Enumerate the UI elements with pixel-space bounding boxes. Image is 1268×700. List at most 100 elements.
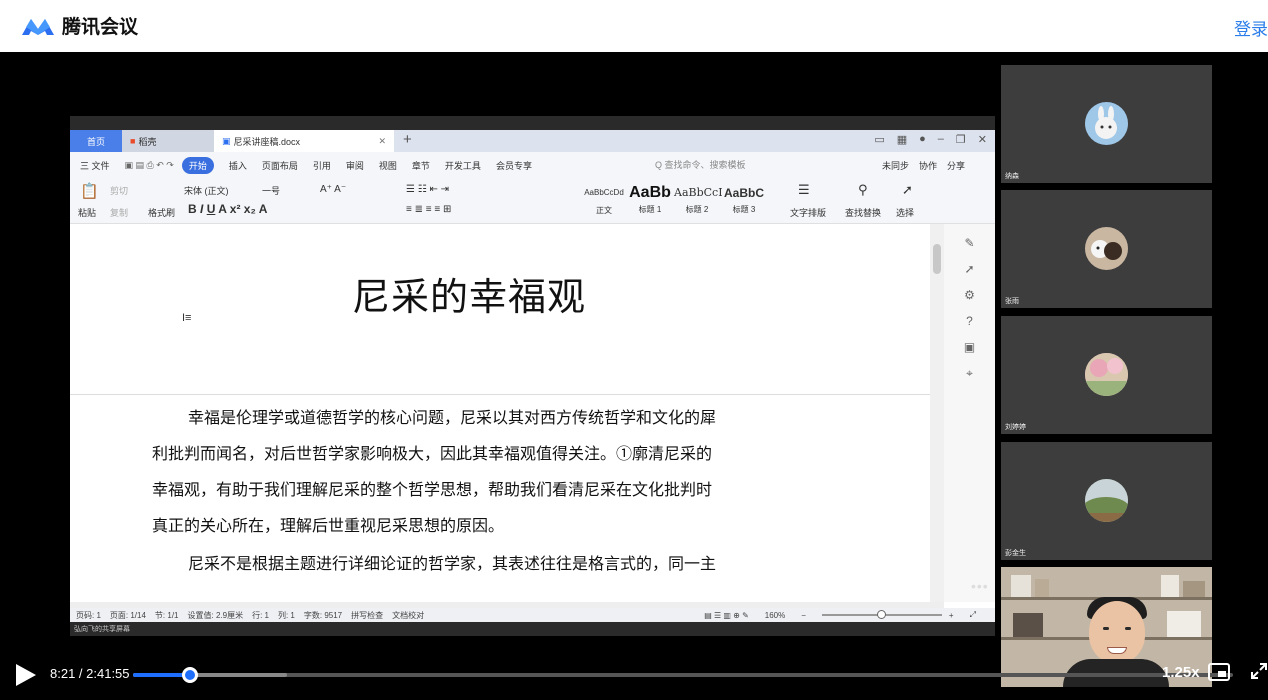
style-heading3[interactable]: AaBbC 标题 3 <box>722 184 766 220</box>
menu-page-layout[interactable]: 页面布局 <box>262 159 298 172</box>
menu-section[interactable]: 章节 <box>412 159 430 172</box>
tab-daoke[interactable]: ■ 稻壳 <box>122 130 214 152</box>
pen-icon[interactable]: ✎ <box>944 236 995 250</box>
find-replace-button[interactable]: 查找替换 <box>845 206 881 219</box>
zoom-out-icon[interactable]: − <box>801 611 806 620</box>
style-preview: AaBb <box>629 184 671 201</box>
document-title: 尼采的幸福观 <box>352 275 587 319</box>
location-icon[interactable]: ⌖ <box>944 366 995 381</box>
participant-avatar <box>1085 227 1128 270</box>
align-icons[interactable]: ≡ ≣ ≡ ≡ ⊞ <box>406 204 451 215</box>
menu-review[interactable]: 审阅 <box>346 159 364 172</box>
settings-icon[interactable]: ⚙ <box>944 288 995 302</box>
format-buttons[interactable]: B I U A x² x₂ A <box>188 202 267 216</box>
view-controls: ▤ ☰ ▥ ⊕ ✎ 160% − + ⤢ <box>704 610 985 620</box>
menu-reference[interactable]: 引用 <box>313 159 331 172</box>
quick-tools-icon[interactable]: ▣ ▤ ⎙ ↶ ↷ <box>125 160 174 171</box>
list-icons[interactable]: ☰ ☷ ⇤ ⇥ <box>406 184 449 195</box>
scroll-thumb[interactable] <box>933 244 941 274</box>
style-preview: AaBbCcI <box>674 186 723 199</box>
wps-ribbon: 📋 粘贴 剪切 复制 格式刷 宋体 (正文) 一号 B I U A x² x₂ … <box>70 178 995 224</box>
style-label: 标题 2 <box>685 205 709 214</box>
app-header: 腾讯会议 登录 <box>0 0 1268 52</box>
font-grow-icon[interactable]: A⁺ A⁻ <box>320 184 346 195</box>
zoom-slider[interactable] <box>821 610 942 619</box>
paragraph-line: 尼采不是根据主题进行详细论证的哲学家，其表述往往是格言式的，同一主 <box>188 554 717 573</box>
daoke-icon: ■ <box>130 136 136 146</box>
participant-name: 彭金生 <box>1005 550 1026 557</box>
paragraph-line: 利批判而闻名，对后世哲学家影响极大，因此其幸福观值得关注。①廓清尼采的 <box>152 444 713 463</box>
zoom-in-icon[interactable]: + <box>949 611 954 620</box>
book <box>1183 581 1205 597</box>
new-tab-icon[interactable]: + <box>403 131 412 148</box>
tab-document[interactable]: ▣ 尼采讲座稿.docx ✕ <box>214 130 394 152</box>
style-preview: AaBbCcDd <box>584 188 624 197</box>
font-name-select[interactable]: 宋体 (正文) <box>184 184 229 197</box>
fullscreen-icon[interactable] <box>1250 662 1268 680</box>
command-search[interactable]: Q 查找命令、搜索模板 <box>655 158 746 171</box>
zoom-level[interactable]: 160% <box>765 611 785 620</box>
style-heading1[interactable]: AaBb 标题 1 <box>628 184 672 220</box>
window-controls: ▭ ▦ ● – ❐ ✕ <box>874 133 987 146</box>
minimize-icon[interactable]: – <box>938 133 944 146</box>
participant-tile[interactable]: 彭金生 <box>1001 442 1212 560</box>
playback-controls: 8:21 / 2:41:55 1.25x <box>0 648 1268 700</box>
vertical-scrollbar[interactable] <box>930 224 944 602</box>
document-page[interactable]: 尼采的幸福观 I≡ 幸福是伦理学或道德哲学的核心问题，尼采以其对西方传统哲学和文… <box>70 224 930 602</box>
help-icon[interactable]: ? <box>944 314 995 328</box>
search-icon[interactable]: ⚲ <box>858 182 868 198</box>
book <box>1167 611 1201 637</box>
zoom-knob[interactable] <box>876 610 886 619</box>
share-button[interactable]: 分享 <box>947 159 965 172</box>
tab-home[interactable]: 首页 <box>70 130 122 152</box>
cut-button[interactable]: 剪切 <box>110 184 128 197</box>
format-painter-button[interactable]: 格式刷 <box>148 206 175 219</box>
cursor-icon[interactable]: ➚ <box>944 262 995 276</box>
progress-knob[interactable] <box>182 667 199 683</box>
play-icon[interactable] <box>16 664 36 686</box>
text-layout-button[interactable]: 文字排版 <box>790 206 826 219</box>
style-normal[interactable]: AaBbCcDd 正文 <box>582 184 626 220</box>
menu-view[interactable]: 视图 <box>379 159 397 172</box>
user-avatar-icon[interactable]: ● <box>919 133 926 146</box>
more-icon[interactable]: ••• <box>971 578 989 594</box>
collab-button[interactable]: 协作 <box>919 159 937 172</box>
layout-icon[interactable]: ▭ <box>874 133 884 146</box>
participant-tile[interactable]: 纳森 <box>1001 65 1212 183</box>
participant-name: 纳森 <box>1005 173 1019 180</box>
close-window-icon[interactable]: ✕ <box>978 133 987 146</box>
menu-dev-tools[interactable]: 开发工具 <box>445 159 481 172</box>
sync-button[interactable]: 未同步 <box>882 159 909 172</box>
menu-member[interactable]: 会员专享 <box>496 159 532 172</box>
participant-tile[interactable]: 张雨 <box>1001 190 1212 308</box>
wps-tab-bar: 首页 ■ 稻壳 ▣ 尼采讲座稿.docx ✕ + ▭ ▦ ● – ❐ ✕ <box>70 130 995 152</box>
close-tab-icon[interactable]: ✕ <box>378 136 386 147</box>
style-heading2[interactable]: AaBbCcI 标题 2 <box>674 184 723 220</box>
image-icon[interactable]: ▣ <box>944 340 995 354</box>
restore-icon[interactable]: ❐ <box>956 133 966 146</box>
playback-speed[interactable]: 1.25x <box>1162 664 1200 681</box>
paragraph-line: 幸福观，有助于我们理解尼采的整个哲学思想，帮助我们看清尼采在文化批判时 <box>152 480 713 499</box>
text-layout-icon[interactable]: ☰ <box>798 182 810 198</box>
bunny-avatar-icon <box>1095 106 1117 139</box>
progress-bar[interactable] <box>133 667 1233 683</box>
paste-button[interactable]: 粘贴 <box>78 206 96 219</box>
copy-button[interactable]: 复制 <box>110 206 128 219</box>
fit-page-icon[interactable]: ⤢ <box>970 610 976 620</box>
menu-start[interactable]: 开始 <box>181 156 214 174</box>
select-button[interactable]: 选择 <box>896 206 914 219</box>
participant-tile[interactable]: 刘婷婷 <box>1001 316 1212 434</box>
tab-home-label: 首页 <box>86 136 105 147</box>
view-mode-icons[interactable]: ▤ ☰ ▥ ⊕ ✎ <box>704 611 749 620</box>
proofread-button[interactable]: 文档校对 <box>392 610 424 621</box>
font-size-select[interactable]: 一号 <box>262 184 280 197</box>
spell-check-button[interactable]: 拼写检查 <box>351 610 383 621</box>
grid-icon[interactable]: ▦ <box>897 133 907 146</box>
login-link[interactable]: 登录 <box>1234 15 1268 40</box>
menu-insert[interactable]: 插入 <box>229 159 247 172</box>
playback-time: 8:21 / 2:41:55 <box>50 666 130 681</box>
picture-in-picture-icon[interactable] <box>1208 663 1230 681</box>
pointer-icon[interactable]: ➚ <box>902 182 913 198</box>
paste-icon[interactable]: 📋 <box>80 182 99 200</box>
menu-file[interactable]: 三 文件 <box>80 159 110 172</box>
